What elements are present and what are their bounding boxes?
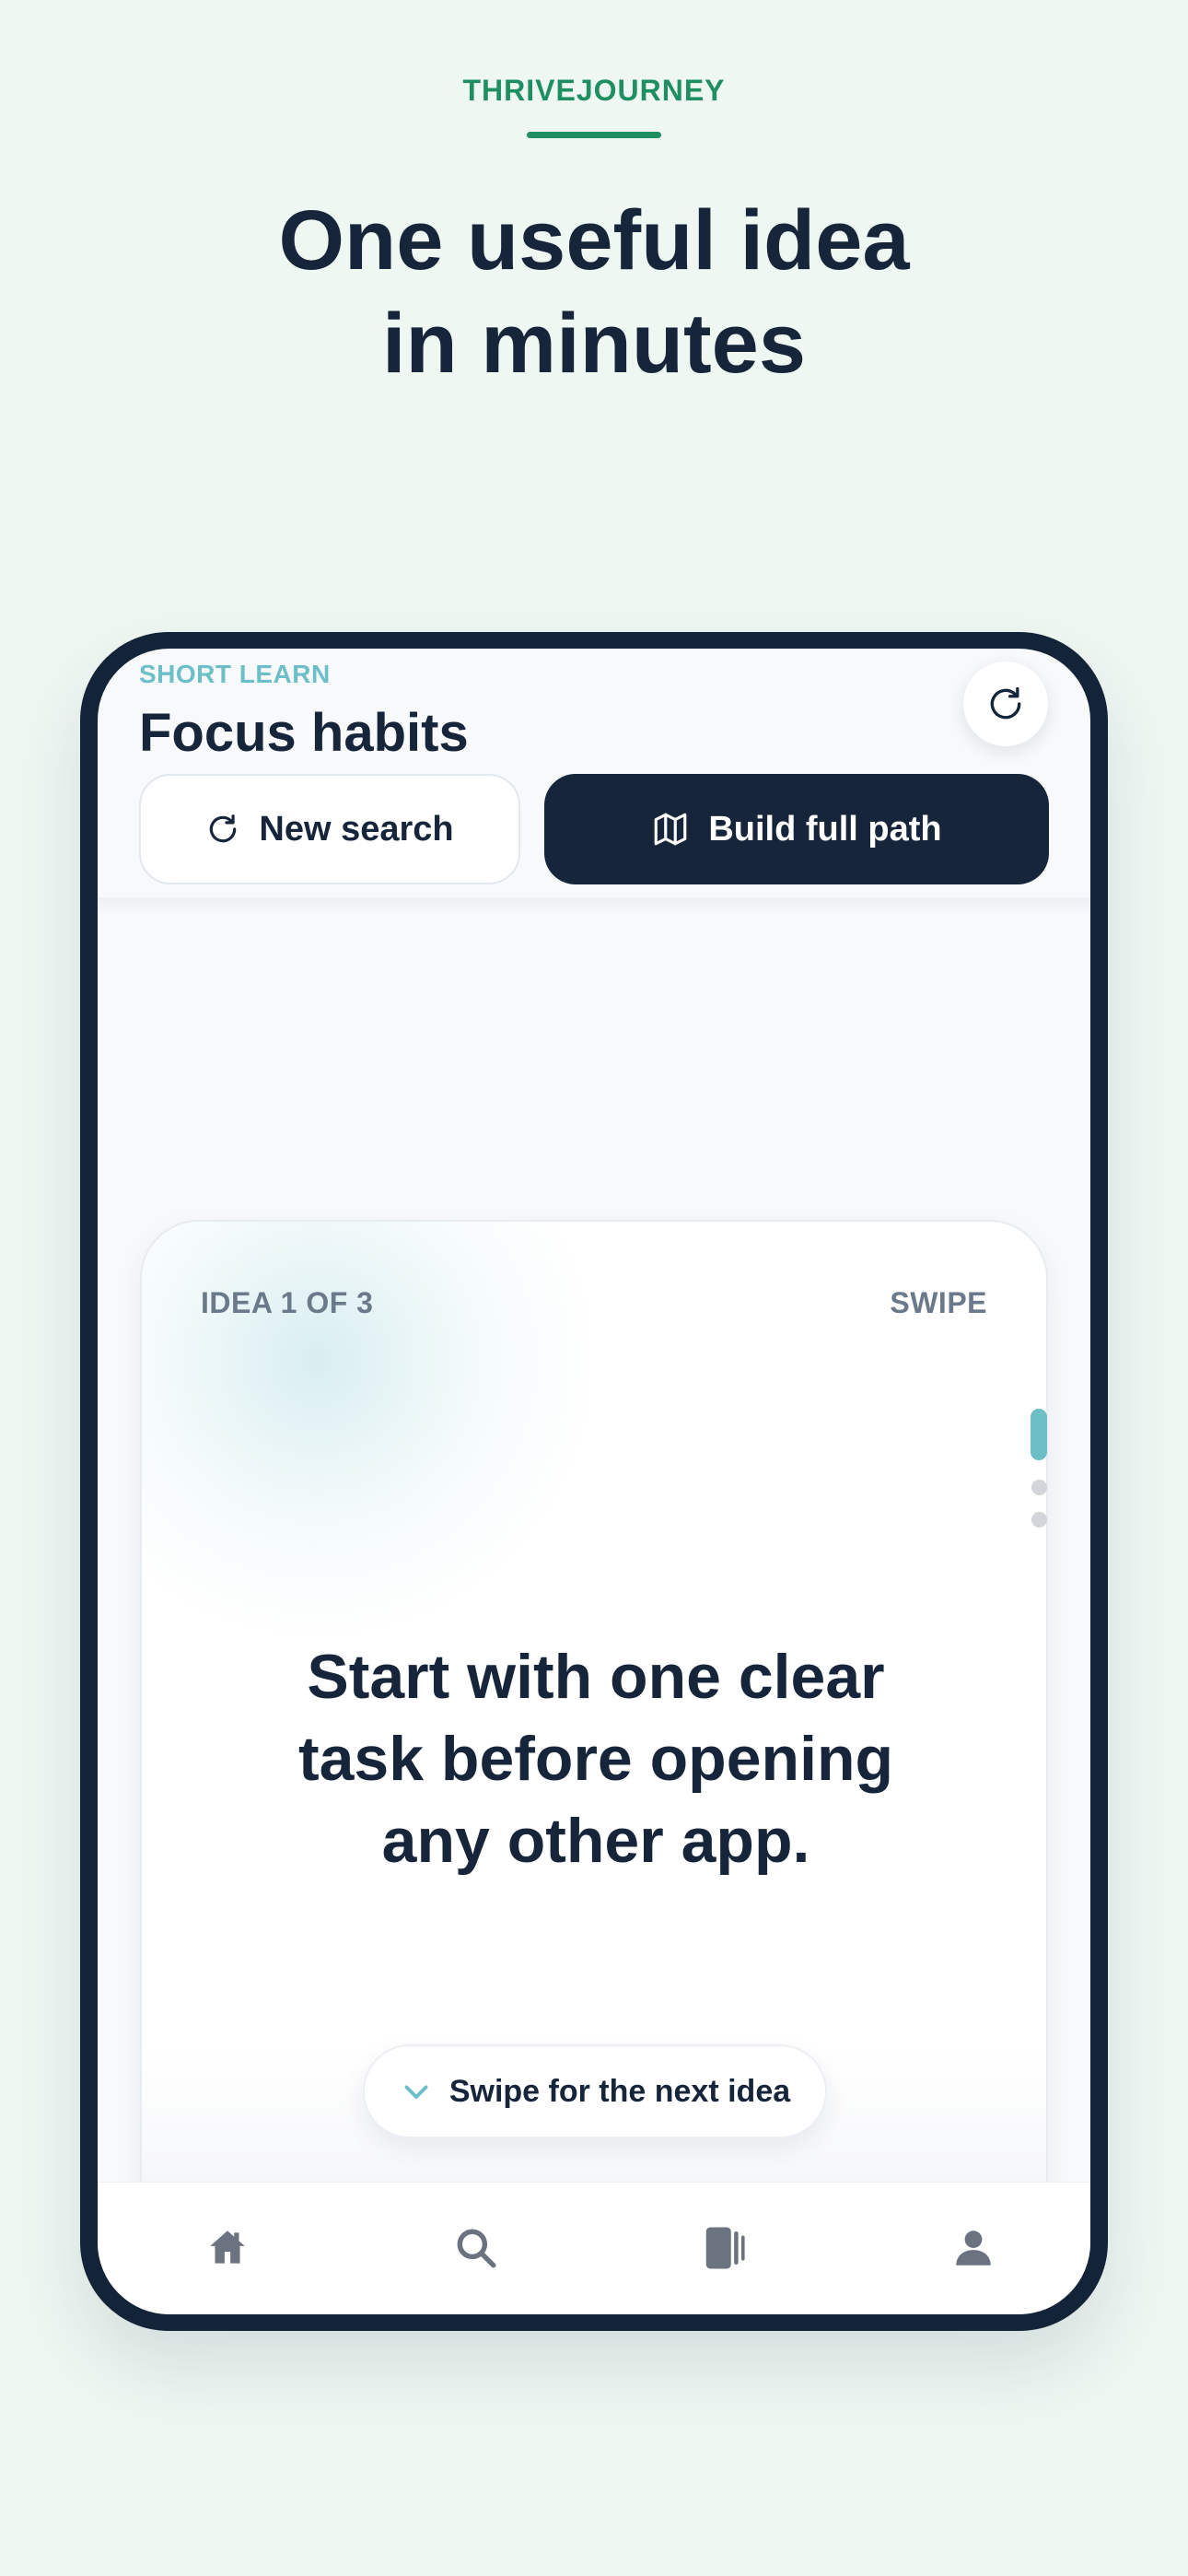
refresh-button[interactable] xyxy=(963,662,1048,746)
headline: One useful idea in minutes xyxy=(0,189,1188,395)
tab-home[interactable] xyxy=(195,2216,260,2280)
swipe-label: SWIPE xyxy=(890,1286,987,1319)
refresh-icon xyxy=(210,814,237,843)
new-search-label: New search xyxy=(259,809,454,849)
build-full-path-label: Build full path xyxy=(708,809,942,849)
headline-line-2: in minutes xyxy=(381,297,807,391)
device-frame: SHORT LEARN Focus habits New search Buil… xyxy=(80,632,1108,2331)
idea-text-line-1: Start with one clear xyxy=(307,1642,885,1712)
pager-dot xyxy=(1031,1512,1047,1528)
app-screen: SHORT LEARN Focus habits New search Buil… xyxy=(98,649,1090,2314)
brand-name: THRIVEJOURNEY xyxy=(462,74,726,107)
brand-underline xyxy=(527,132,661,138)
tab-profile[interactable] xyxy=(941,2216,1006,2280)
new-search-button[interactable]: New search xyxy=(139,774,520,884)
headline-line-1: One useful idea xyxy=(278,193,910,287)
idea-text-line-2: task before opening xyxy=(297,1724,894,1794)
section-label: SHORT LEARN xyxy=(139,660,331,688)
profile-icon xyxy=(956,2231,991,2266)
tab-bar xyxy=(98,2182,1090,2314)
home-icon xyxy=(210,2231,245,2264)
tab-search[interactable] xyxy=(444,2216,508,2280)
pager-dot xyxy=(1031,1480,1047,1495)
swipe-hint-label: Swipe for the next idea xyxy=(448,2073,791,2109)
cards-icon xyxy=(705,2227,745,2269)
screen-title: Focus habits xyxy=(139,703,469,763)
idea-counter: IDEA 1 OF 3 xyxy=(201,1286,374,1319)
chevron-down-icon xyxy=(404,2085,428,2099)
refresh-icon xyxy=(990,686,1021,720)
idea-text-line-3: any other app. xyxy=(381,1806,810,1876)
map-icon xyxy=(655,813,687,846)
idea-text: Start with one clear task before opening… xyxy=(215,1636,976,1882)
build-full-path-button[interactable]: Build full path xyxy=(544,774,1049,884)
search-icon xyxy=(457,2229,496,2268)
pager-indicator-active xyxy=(1031,1409,1047,1460)
idea-card[interactable]: IDEA 1 OF 3 SWIPE Start with one clear t… xyxy=(140,1220,1048,2252)
header-divider-shadow xyxy=(98,897,1090,916)
card-glow xyxy=(142,1222,602,1645)
tab-cards[interactable] xyxy=(693,2216,757,2280)
page: THRIVEJOURNEY One useful idea in minutes… xyxy=(0,0,1188,2576)
swipe-hint-button[interactable]: Swipe for the next idea xyxy=(363,2044,827,2138)
